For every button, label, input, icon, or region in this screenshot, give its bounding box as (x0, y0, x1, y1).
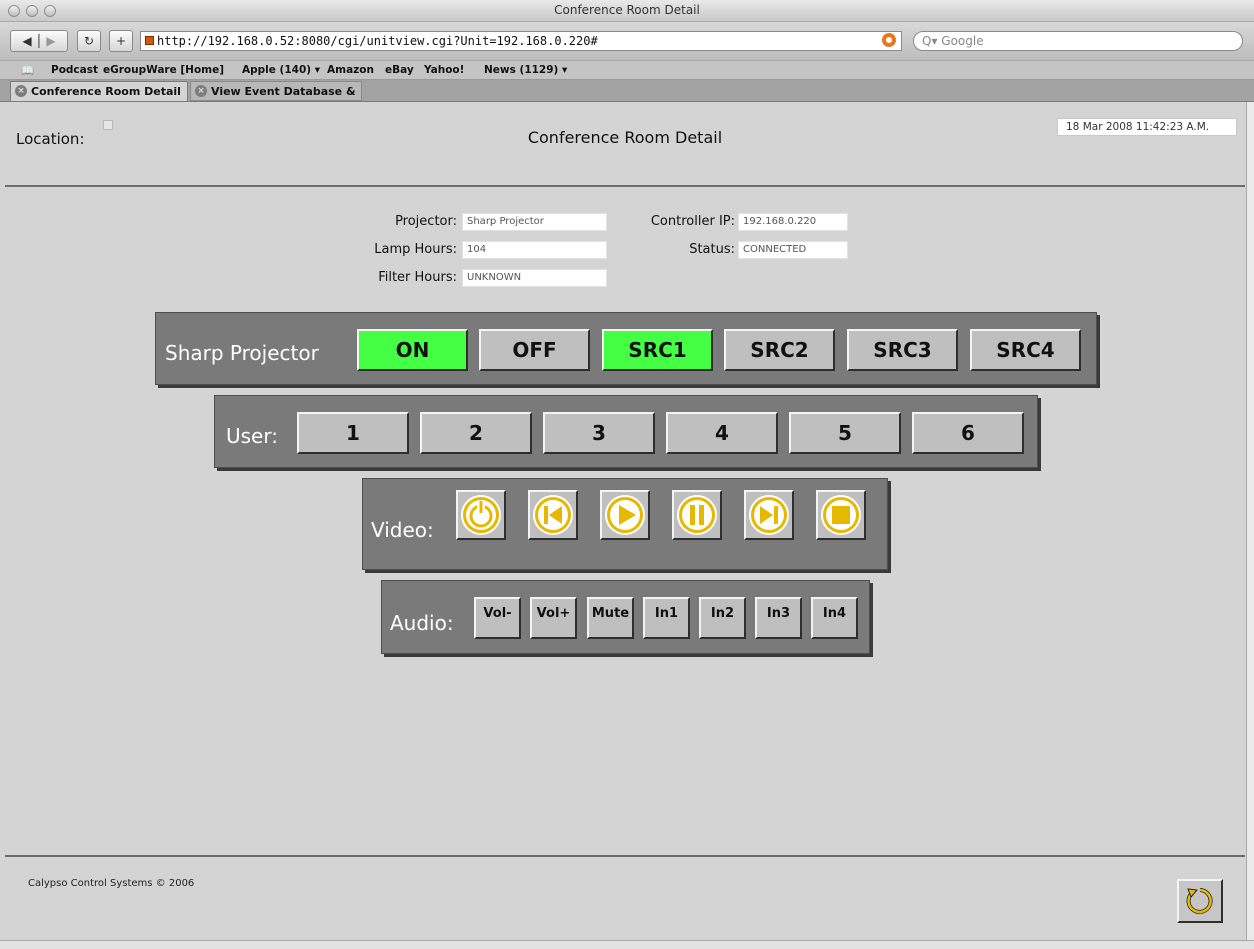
bookmark-amazon[interactable]: Amazon (327, 64, 374, 76)
filter-hours-field: UNKNOWN (462, 269, 607, 287)
browser-toolbar: ◀ │ ▶ ↻ + http://192.168.0.52:8080/cgi/u… (0, 22, 1254, 60)
lamp-hours-field: 104 (462, 241, 607, 259)
feed-icon[interactable] (882, 33, 896, 47)
filter-hours-label: Filter Hours: (378, 270, 457, 285)
datetime-display: 18 Mar 2008 11:42:23 A.M. (1057, 118, 1237, 136)
user-2-button[interactable]: 2 (420, 412, 532, 454)
window-title: Conference Room Detail (554, 3, 700, 17)
input-4-button[interactable]: In4 (811, 597, 858, 639)
header-divider (5, 185, 1245, 187)
video-skip-forward-button[interactable] (744, 490, 794, 540)
search-field[interactable]: Q▾ Google (913, 31, 1243, 51)
back-icon[interactable]: ◀ (22, 34, 31, 48)
video-stop-button[interactable] (816, 490, 866, 540)
bookmark-egroupware[interactable]: eGroupWare [Home] (103, 64, 224, 76)
user-panel-label: User: (226, 424, 278, 448)
refresh-button[interactable] (1177, 879, 1223, 923)
user-3-button[interactable]: 3 (543, 412, 655, 454)
address-bar[interactable]: http://192.168.0.52:8080/cgi/unitview.cg… (140, 31, 902, 51)
close-tab-icon[interactable]: × (15, 85, 27, 97)
tab-label: Conference Room Detail (31, 85, 181, 98)
footer-divider (5, 855, 1245, 857)
skip-forward-icon (749, 495, 789, 535)
site-favicon-icon (145, 36, 154, 45)
video-play-button[interactable] (600, 490, 650, 540)
source-2-button[interactable]: SRC2 (724, 329, 835, 371)
bookmark-podcast[interactable]: Podcast (51, 64, 98, 76)
add-bookmark-button[interactable]: + (109, 30, 133, 52)
close-tab-icon[interactable]: × (195, 85, 207, 97)
video-control-panel: Video: (362, 478, 888, 570)
source-4-button[interactable]: SRC4 (970, 329, 1081, 371)
source-1-button[interactable]: SRC1 (602, 329, 713, 371)
user-6-button[interactable]: 6 (912, 412, 1024, 454)
user-5-button[interactable]: 5 (789, 412, 901, 454)
user-1-button[interactable]: 1 (297, 412, 409, 454)
user-4-button[interactable]: 4 (666, 412, 778, 454)
mute-button[interactable]: Mute (587, 597, 634, 639)
address-text: http://192.168.0.52:8080/cgi/unitview.cg… (157, 34, 598, 48)
projector-on-button[interactable]: ON (357, 329, 468, 371)
bookmark-news[interactable]: News (1129) ▾ (484, 64, 567, 76)
volume-up-button[interactable]: Vol+ (530, 597, 577, 639)
reload-icon: ↻ (83, 34, 95, 48)
copyright-text: Calypso Control Systems © 2006 (28, 878, 195, 889)
page-content: Location: Conference Room Detail 18 Mar … (5, 102, 1245, 940)
tab-view-event-database[interactable]: × View Event Database & ... (190, 81, 362, 117)
back-forward-button[interactable]: ◀ │ ▶ (10, 30, 68, 52)
audio-control-panel: Audio: Vol- Vol+ Mute In1 In2 In3 In4 (381, 580, 870, 654)
bookmark-ebay[interactable]: eBay (385, 64, 414, 76)
refresh-icon (1186, 888, 1213, 914)
search-placeholder: Q▾ Google (922, 34, 984, 48)
power-icon (461, 495, 501, 535)
user-control-panel: User: 1 2 3 4 5 6 (214, 395, 1038, 468)
input-3-button[interactable]: In3 (755, 597, 802, 639)
video-power-button[interactable] (456, 490, 506, 540)
input-1-button[interactable]: In1 (643, 597, 690, 639)
horizontal-scrollbar[interactable] (0, 940, 1254, 949)
bookmarks-book-icon[interactable]: 📖 (21, 64, 34, 77)
reload-button[interactable]: ↻ (77, 30, 101, 52)
video-pause-button[interactable] (672, 490, 722, 540)
plus-icon: + (115, 34, 127, 48)
skip-back-icon (533, 495, 573, 535)
bookmark-apple[interactable]: Apple (140) ▾ (242, 64, 320, 76)
tab-bar: × Conference Room Detail × View Event Da… (0, 80, 1254, 117)
pause-icon (677, 495, 717, 535)
status-field: CONNECTED (738, 241, 848, 259)
bookmark-yahoo[interactable]: Yahoo! (424, 64, 464, 76)
controller-ip-field: 192.168.0.220 (738, 213, 848, 231)
vertical-scrollbar[interactable] (1246, 102, 1254, 940)
projector-control-panel: Sharp Projector ON OFF SRC1 SRC2 SRC3 SR… (155, 312, 1097, 385)
video-skip-back-button[interactable] (528, 490, 578, 540)
audio-panel-label: Audio: (390, 611, 454, 635)
play-icon (605, 495, 645, 535)
tab-conference-room-detail[interactable]: × Conference Room Detail (10, 81, 188, 101)
status-label: Status: (689, 242, 735, 257)
projector-field: Sharp Projector (462, 213, 607, 231)
lamp-hours-label: Lamp Hours: (374, 242, 457, 257)
bookmarks-bar: 📖 Podcast eGroupWare [Home] Apple (140) … (0, 60, 1254, 80)
stop-icon (821, 495, 861, 535)
video-panel-label: Video: (371, 518, 434, 542)
source-3-button[interactable]: SRC3 (847, 329, 958, 371)
projector-panel-label: Sharp Projector (165, 341, 319, 365)
controller-ip-label: Controller IP: (650, 214, 735, 229)
volume-down-button[interactable]: Vol- (474, 597, 521, 639)
projector-off-button[interactable]: OFF (479, 329, 590, 371)
input-2-button[interactable]: In2 (699, 597, 746, 639)
forward-icon[interactable]: ▶ (46, 34, 55, 48)
projector-label: Projector: (395, 214, 457, 229)
window-titlebar: Conference Room Detail (0, 0, 1254, 22)
